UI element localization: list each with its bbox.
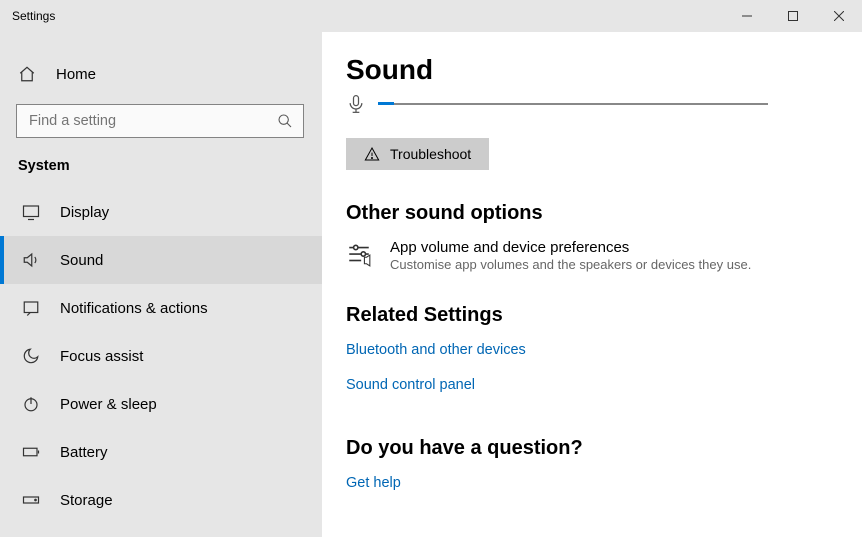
sidebar-item-notifications[interactable]: Notifications & actions [0, 284, 322, 332]
sidebar-home-label: Home [56, 66, 96, 83]
sound-icon [22, 251, 40, 269]
home-icon [18, 65, 36, 83]
battery-icon [22, 443, 40, 461]
option-title: App volume and device preferences [390, 239, 751, 256]
storage-icon [22, 491, 40, 509]
sidebar-item-label: Notifications & actions [60, 300, 208, 317]
sidebar-item-focus-assist[interactable]: Focus assist [0, 332, 322, 380]
troubleshoot-button[interactable]: Troubleshoot [346, 138, 489, 170]
mic-level-bar [378, 103, 768, 105]
question-heading: Do you have a question? [346, 437, 838, 460]
search-icon [277, 113, 293, 129]
sidebar-item-battery[interactable]: Battery [0, 428, 322, 476]
sidebar-item-power-sleep[interactable]: Power & sleep [0, 380, 322, 428]
related-settings-heading: Related Settings [346, 304, 838, 327]
warning-icon [364, 146, 380, 162]
search-box[interactable] [16, 104, 304, 138]
option-subtitle: Customise app volumes and the speakers o… [390, 257, 751, 272]
focus-assist-icon [22, 347, 40, 365]
app-volume-preferences[interactable]: App volume and device preferences Custom… [346, 239, 838, 272]
notifications-icon [22, 299, 40, 317]
sidebar-item-label: Display [60, 204, 109, 221]
power-icon [22, 395, 40, 413]
sidebar-item-label: Sound [60, 252, 103, 269]
troubleshoot-label: Troubleshoot [390, 146, 471, 162]
sidebar-item-label: Battery [60, 444, 108, 461]
page-title: Sound [346, 54, 838, 86]
display-icon [22, 203, 40, 221]
sidebar-item-storage[interactable]: Storage [0, 476, 322, 524]
sidebar-item-label: Power & sleep [60, 396, 157, 413]
link-bluetooth-devices[interactable]: Bluetooth and other devices [346, 342, 526, 358]
titlebar: Settings [0, 0, 862, 32]
microphone-icon [346, 94, 366, 114]
mic-level-row [346, 94, 838, 114]
sidebar: Home System [0, 32, 322, 537]
sidebar-nav: Display Sound No [0, 188, 322, 524]
sidebar-item-display[interactable]: Display [0, 188, 322, 236]
content: Sound Troubleshoot [322, 32, 862, 537]
link-get-help[interactable]: Get help [346, 475, 401, 491]
sidebar-item-label: Storage [60, 492, 113, 509]
sidebar-item-sound[interactable]: Sound [0, 236, 322, 284]
close-button[interactable] [816, 0, 862, 32]
sidebar-item-label: Focus assist [60, 348, 143, 365]
settings-window: Settings Home [0, 0, 862, 537]
window-title: Settings [12, 9, 55, 23]
minimize-button[interactable] [724, 0, 770, 32]
maximize-button[interactable] [770, 0, 816, 32]
sliders-icon [346, 239, 372, 267]
sidebar-section-label: System [0, 158, 322, 174]
sidebar-home[interactable]: Home [0, 54, 322, 94]
other-sound-options-heading: Other sound options [346, 202, 838, 225]
link-sound-control-panel[interactable]: Sound control panel [346, 377, 475, 393]
search-input[interactable] [27, 112, 277, 130]
